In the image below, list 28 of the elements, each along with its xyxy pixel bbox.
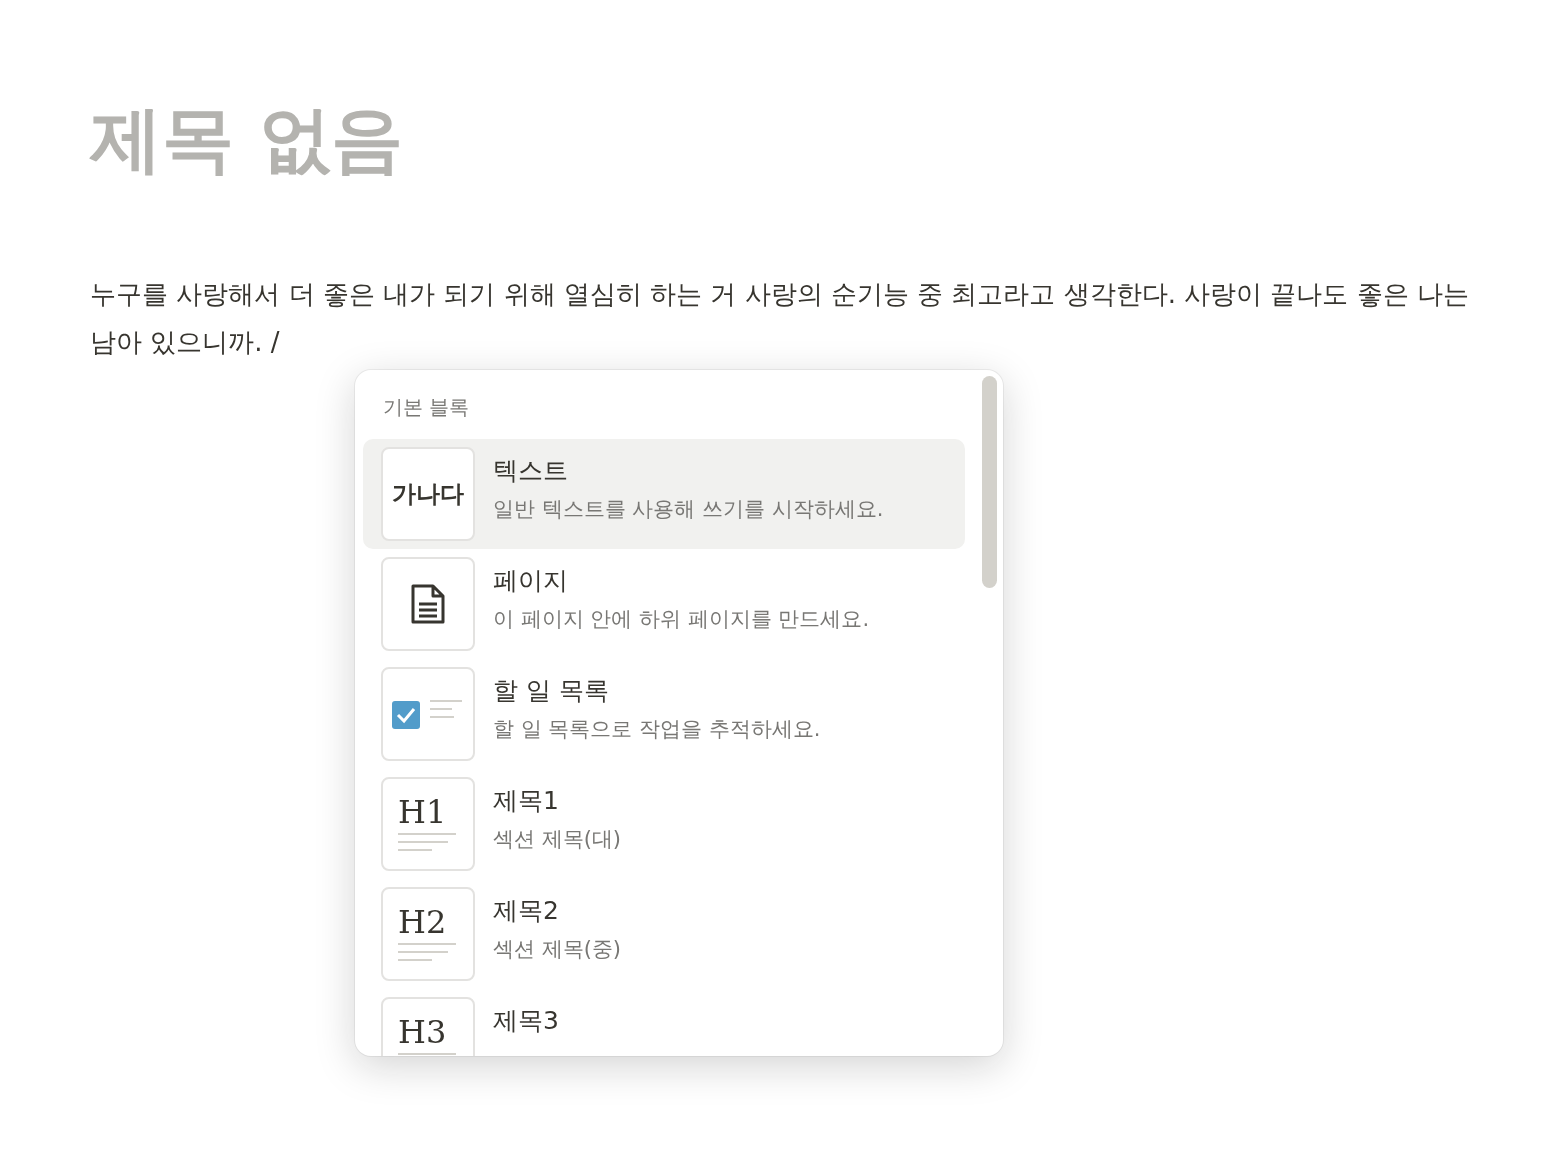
menu-item[interactable]: H3 제목3 [363, 989, 965, 1057]
item-title: 제목1 [493, 787, 559, 815]
lines-icon [398, 942, 458, 963]
item-description: 일반 텍스트를 사용해 쓰기를 시작하세요. [493, 495, 884, 523]
item-description: 할 일 목록으로 작업을 추적하세요. [493, 715, 821, 743]
heading-label: H2 [398, 906, 447, 939]
paragraph[interactable]: 누구를 사랑해서 더 좋은 내가 되기 위해 열심히 하는 거 사랑의 순기능 중 최고라고 생각한다. 사랑이 끝나도 좋은 나는 남아 있으니까. / [90, 270, 1486, 367]
menu-item[interactable]: H2 제목2 섹션 제목(중) [363, 879, 965, 990]
item-description: 섹션 제목(중) [493, 935, 622, 963]
section-heading: 기본 블록 [382, 394, 470, 422]
item-title: 제목2 [493, 897, 559, 925]
item-title: 텍스트 [493, 457, 568, 485]
menu-item[interactable]: 페이지 이 페이지 안에 하위 페이지를 만드세요. [363, 549, 965, 660]
heading-label: H1 [398, 796, 447, 829]
menu-item[interactable]: 할 일 목록 할 일 목록으로 작업을 추적하세요. [363, 659, 965, 770]
checkbox-list-icon [392, 699, 464, 730]
item-title: 제목3 [493, 1007, 559, 1035]
scrollbar[interactable] [982, 376, 997, 589]
item-description: 섹션 제목(대) [493, 825, 622, 853]
menu-item[interactable]: 가나다 텍스트 일반 텍스트를 사용해 쓰기를 시작하세요. [363, 439, 965, 550]
item-title: 할 일 목록 [493, 677, 609, 705]
item-description: 이 페이지 안에 하위 페이지를 만드세요. [493, 605, 870, 633]
heading-label: H3 [398, 1016, 447, 1049]
document-icon [411, 584, 445, 625]
item-title: 페이지 [493, 567, 568, 595]
thumb-label: 가나다 [392, 479, 464, 511]
lines-icon [398, 832, 458, 853]
menu-item[interactable]: H1 제목1 섹션 제목(대) [363, 769, 965, 880]
